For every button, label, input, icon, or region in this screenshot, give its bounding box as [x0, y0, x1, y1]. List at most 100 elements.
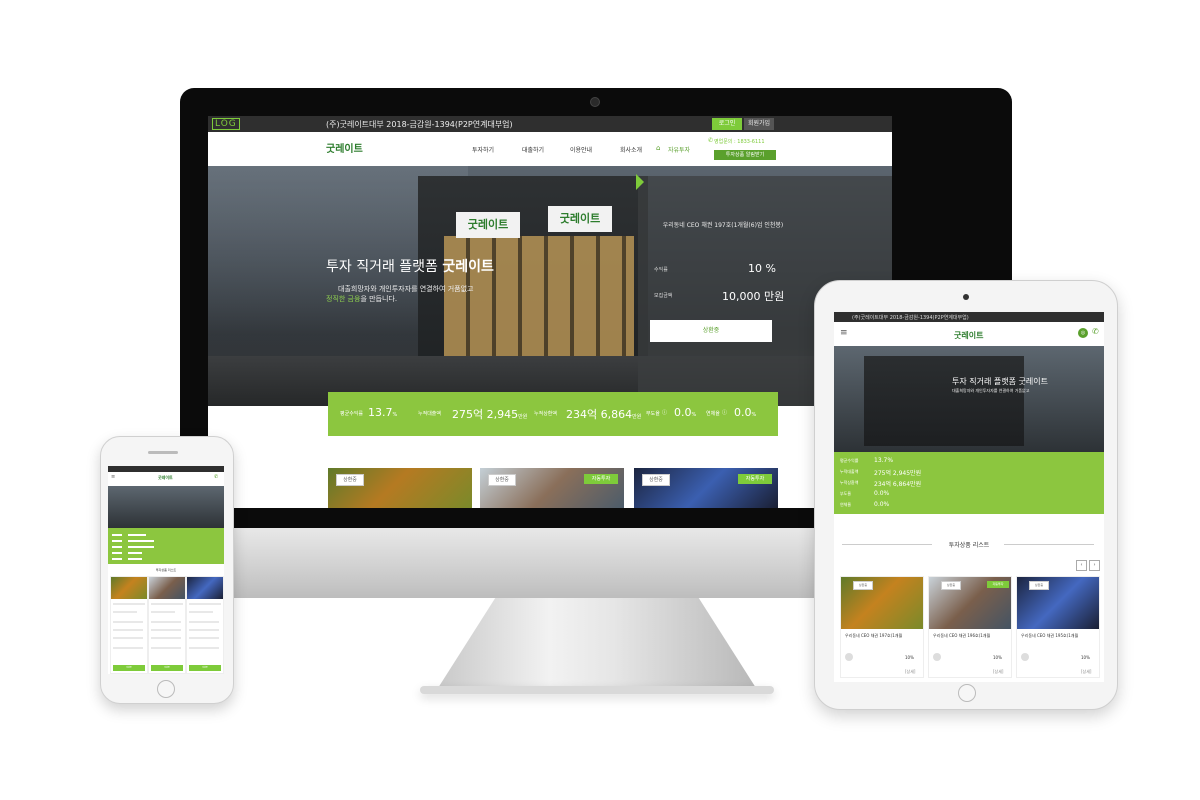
status-badge: 상환중 — [853, 581, 873, 590]
product-card[interactable]: 상환중 — [328, 468, 472, 508]
status-badge: 상환중 — [488, 474, 516, 486]
stat-line — [112, 534, 122, 536]
product-card[interactable]: 상환중 자동투자 — [480, 468, 624, 508]
tablet-stats: 평균수익률 13.7% 누적대출액 275억 2,945만원 누적상환액 234… — [834, 452, 1104, 514]
product-card[interactable]: 상환중 우리동네 CEO 채권 195호(1개월 10% [상세] — [1016, 576, 1100, 678]
stat-unit: % — [691, 412, 697, 418]
nav-invest[interactable]: 투자하기 — [472, 145, 494, 154]
divider — [1004, 544, 1094, 545]
status-badge: 상환중 — [1029, 581, 1049, 590]
card-line — [113, 629, 143, 631]
product-card[interactable]: 상환중 — [148, 576, 186, 674]
prev-arrow-icon[interactable]: ‹ — [1076, 560, 1087, 571]
product-rate: 10% — [905, 655, 914, 660]
detail-link[interactable]: [상세] — [1081, 669, 1091, 675]
detail-link[interactable]: [상세] — [993, 669, 1003, 675]
stat-label: 누적상환액 — [840, 480, 859, 485]
stat-label: 평균수익률 — [340, 411, 364, 417]
store-sign-2: 굿레이트 — [548, 206, 612, 232]
info-icon[interactable]: ⓘ — [722, 409, 727, 416]
signup-button[interactable]: 회원가입 — [744, 118, 774, 130]
product-rate: 10% — [993, 655, 1002, 660]
nav-loan[interactable]: 대출하기 — [522, 145, 544, 154]
card-line — [113, 611, 137, 613]
logo-mark: LOG — [212, 118, 240, 130]
stat-value: 275억 2,945만원 — [874, 470, 922, 477]
stat-unit: 만원 — [632, 414, 642, 420]
hero-subtitle-1: 대출희망자와 개인투자자를 연결하여 거품없고 — [338, 285, 474, 293]
rate-label: 수익률 — [654, 267, 668, 273]
stat-value: 13.7% — [874, 457, 894, 464]
stat-line — [128, 558, 142, 560]
card-line — [151, 629, 181, 631]
nav-free-invest[interactable]: 자유투자 — [668, 145, 690, 154]
card-line — [189, 621, 219, 623]
notify-button[interactable]: 투자상품 알림받기 — [714, 150, 776, 160]
card-line — [113, 647, 143, 649]
hero-title: 투자 직거래 플랫폼 굿레이트 — [326, 256, 494, 276]
stat-label: 평균수익률 — [840, 458, 859, 463]
hero-highlight: 정직한 금융 — [326, 295, 361, 303]
stat-unit: % — [392, 412, 398, 418]
card-line — [189, 611, 213, 613]
menu-icon[interactable]: ≡ — [840, 328, 848, 338]
tablet-hero-subtitle: 대출희망자와 개인투자자를 연결하여 거품없고 — [952, 388, 1030, 393]
menu-icon[interactable]: ≡ — [111, 474, 115, 480]
stat-line — [112, 546, 122, 548]
card-line — [113, 637, 143, 639]
status-button[interactable]: 상환중 — [189, 665, 221, 671]
avatar — [845, 653, 853, 661]
cart-icon[interactable]: ⌂ — [656, 144, 660, 152]
product-card[interactable]: 상환중 — [110, 576, 148, 674]
avatar — [1021, 653, 1029, 661]
login-button[interactable]: 로그인 — [712, 118, 742, 130]
nav-guide[interactable]: 이용안내 — [570, 145, 592, 154]
company-info: (주)굿레이트대부 2018-금감원-1394(P2P연계대부업) — [326, 120, 513, 129]
brand-logo[interactable]: 굿레이트 — [158, 475, 173, 481]
card-line — [189, 603, 221, 605]
phone-icon: ✆ — [708, 137, 714, 144]
product-card[interactable]: 상환중 자동투자 우리동네 CEO 채권 196호(1개월 10% [상세] — [928, 576, 1012, 678]
desktop-screen: LOG (주)굿레이트대부 2018-금감원-1394(P2P연계대부업) 로그… — [208, 116, 892, 508]
tablet-header: ≡ 굿레이트 ◎ ✆ — [834, 322, 1104, 346]
tablet-screen: (주)굿레이트대부 2018-금감원-1394(P2P연계대부업) ≡ 굿레이트… — [834, 312, 1104, 682]
home-button[interactable] — [958, 684, 976, 702]
nav-about[interactable]: 회사소개 — [620, 145, 642, 154]
phone-top-bar — [108, 466, 224, 472]
info-icon[interactable]: ⓘ — [662, 409, 667, 416]
user-icon[interactable]: ◎ — [1078, 328, 1088, 338]
auto-invest-badge: 자동투자 — [738, 474, 772, 484]
brand-logo[interactable]: 굿레이트 — [326, 140, 363, 155]
card-line — [189, 629, 219, 631]
stat-line — [128, 552, 142, 554]
speaker — [148, 451, 178, 454]
avatar — [933, 653, 941, 661]
status-badge: 상환중 — [336, 474, 364, 486]
stat-line — [112, 540, 122, 542]
status-button[interactable]: 상환중 — [151, 665, 183, 671]
site-header: 굿레이트 투자하기 대출하기 이용안내 회사소개 ⌂ 자유투자 ✆ 영업문의 :… — [208, 132, 892, 167]
product-card[interactable]: 상환중 — [186, 576, 224, 674]
card-line — [113, 603, 145, 605]
card-line — [151, 647, 181, 649]
card-line — [189, 637, 219, 639]
hero-subtitle-2: 정직한 금융을 만듭니다. — [326, 294, 397, 304]
phone-icon[interactable]: ✆ — [214, 474, 218, 480]
auto-invest-badge: 자동투자 — [584, 474, 618, 484]
product-card[interactable]: 상환중 자동투자 — [634, 468, 778, 508]
phone-icon[interactable]: ✆ — [1092, 327, 1099, 336]
brand-logo[interactable]: 굿레이트 — [954, 330, 983, 341]
status-button[interactable]: 상환중 — [113, 665, 145, 671]
product-card[interactable]: 상환중 우리동네 CEO 채권 197호(1개월 10% [상세] — [840, 576, 924, 678]
phone-stats — [108, 528, 224, 564]
product-status-button[interactable]: 상환중 — [650, 320, 772, 342]
stat-value: 275억 2,945만원 — [452, 406, 527, 422]
hero-windows — [444, 236, 634, 356]
stat-line — [128, 540, 154, 542]
detail-link[interactable]: [상세] — [905, 669, 915, 675]
stat-line — [112, 552, 122, 554]
home-button[interactable] — [157, 680, 175, 698]
rate-unit: % — [765, 262, 776, 275]
card-line — [151, 621, 181, 623]
next-arrow-icon[interactable]: › — [1089, 560, 1100, 571]
